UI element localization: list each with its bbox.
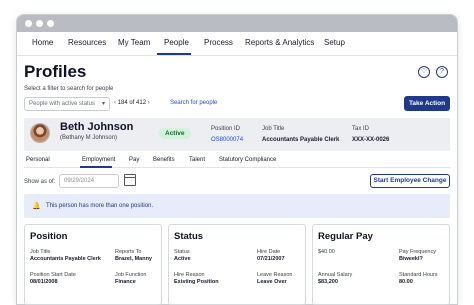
field-value: Brazel, Manny <box>115 256 152 262</box>
tab-benefits[interactable]: Benefits <box>153 157 175 163</box>
status-filter-placeholder: People with active status <box>29 101 96 107</box>
tab-personal[interactable]: Personal <box>26 157 50 163</box>
field-value: Finance <box>115 279 136 285</box>
regular-pay-card-title: Regular Pay <box>318 231 373 242</box>
hourly-rate-value: $40.00 <box>318 249 335 255</box>
field-label: Hire Date <box>257 249 281 255</box>
position-id-link[interactable]: OS8000074 <box>211 137 243 143</box>
status-card-title: Status <box>174 231 204 242</box>
field-value: Accountants Payable Clerk <box>30 256 101 262</box>
tab-pay[interactable]: Pay <box>129 157 139 163</box>
field-label: Pay Frequency <box>399 249 436 255</box>
info-alert: 🔔 This person has more than one position… <box>24 194 450 218</box>
employee-alt-name: (Bethany M Johnson) <box>60 135 118 141</box>
start-employee-change-button[interactable]: Start Employee Change <box>370 174 450 188</box>
field-label: Job Function <box>115 272 147 278</box>
help-icon[interactable]: ? <box>436 66 448 78</box>
field-label: Position Start Date <box>30 272 76 278</box>
field-value: Biweekl? <box>399 256 423 262</box>
field-value: Leave Over <box>257 279 287 285</box>
field-label: Annual Salary <box>318 272 353 278</box>
field-value: $83,200 <box>318 279 338 285</box>
profile-tabs: Personal Employment Pay Benefits Talent … <box>24 156 450 168</box>
main-content: Profiles Select a filter to search for p… <box>16 14 458 305</box>
calendar-icon[interactable] <box>124 174 136 186</box>
status-filter-select[interactable]: People with active status ▾ <box>24 97 110 111</box>
page-title: Profiles <box>24 62 87 81</box>
field-label: Standard Hours <box>399 272 438 278</box>
position-card: Position Job Title Accountants Payable C… <box>24 224 162 305</box>
chevron-down-icon: ▾ <box>101 101 105 107</box>
tab-active-indicator <box>80 166 112 168</box>
position-id-label: Position ID <box>211 126 241 132</box>
field-label: Reports To <box>115 249 142 255</box>
tab-talent[interactable]: Talent <box>189 157 205 163</box>
take-action-button[interactable]: Take Action <box>404 96 450 111</box>
job-title-value: Accountants Payable Clerk <box>262 137 340 143</box>
field-value: Existing Position <box>174 279 219 285</box>
field-value: 80.00 <box>399 279 413 285</box>
field-value: 07/21/2007 <box>257 256 285 262</box>
as-of-date-field[interactable]: 09/29/2024 <box>59 174 119 188</box>
alert-text: This person has more than one position. <box>46 203 154 209</box>
next-record-icon[interactable]: › <box>148 100 150 106</box>
pager-text: 184 of 412 <box>117 100 147 106</box>
field-label: Status <box>174 249 190 255</box>
job-title-label: Job Title <box>262 126 285 132</box>
heart-icon[interactable]: ♡ <box>418 66 430 78</box>
regular-pay-card: Regular Pay $40.00 Pay Frequency Biweekl… <box>312 224 450 305</box>
tab-employment[interactable]: Employment <box>82 157 115 163</box>
employee-name: Beth Johnson <box>60 121 134 133</box>
field-label: Leave Reason <box>257 272 293 278</box>
show-as-of-label: Show as of: <box>24 179 56 185</box>
field-label: Job Title <box>30 249 51 255</box>
employee-header: Beth Johnson (Bethany M Johnson) Active … <box>24 118 450 151</box>
avatar <box>30 123 50 143</box>
position-card-title: Position <box>30 231 68 242</box>
status-badge: Active <box>159 128 191 139</box>
prev-record-icon[interactable]: ‹ <box>114 100 116 106</box>
search-people-link[interactable]: Search for people <box>170 100 217 106</box>
field-value: 08/01/2008 <box>30 279 58 285</box>
field-value: Active <box>174 256 191 262</box>
tab-statutory-compliance[interactable]: Statutory Compliance <box>219 157 276 163</box>
record-pager: ‹ 184 of 412 › <box>114 100 150 106</box>
bell-icon: 🔔 <box>32 203 41 210</box>
tax-id-label: Tax ID <box>352 126 370 132</box>
tax-id-value: XXX-XX-0026 <box>352 137 390 143</box>
status-card: Status Status Active Hire Date 07/21/200… <box>168 224 306 305</box>
filter-hint: Select a filter to search for people <box>24 86 114 92</box>
field-label: Hire Reason <box>174 272 205 278</box>
